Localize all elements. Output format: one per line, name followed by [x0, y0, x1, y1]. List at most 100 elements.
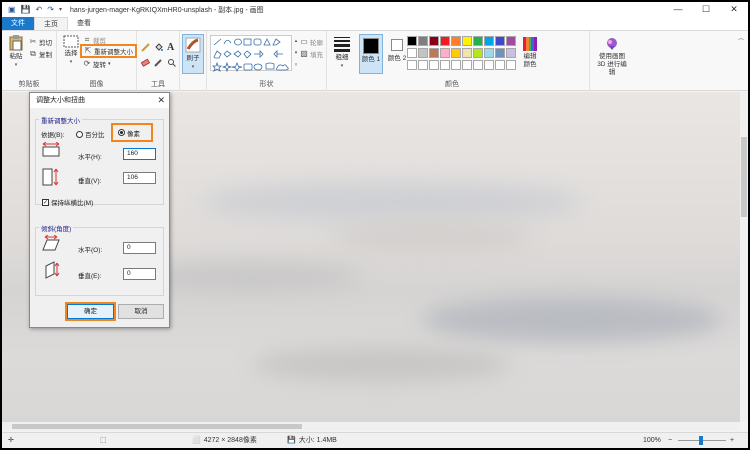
palette-swatch[interactable]: [462, 36, 472, 46]
palette-swatch[interactable]: [506, 36, 516, 46]
resize-skew-dialog: 调整大小和扭曲 ✕ 重新调整大小 依据(B): 百分比 像素 水平(H): 16…: [29, 92, 170, 328]
palette-swatch[interactable]: [429, 48, 439, 58]
fill-icon: ▨: [300, 49, 308, 58]
magnifier-icon[interactable]: [167, 58, 176, 67]
palette-swatch[interactable]: [473, 60, 483, 70]
outline-icon: ▭: [300, 37, 308, 46]
palette-swatch[interactable]: [484, 48, 494, 58]
minimize-button[interactable]: —: [664, 2, 692, 17]
size-button[interactable]: 粗细 ▾: [330, 36, 354, 70]
vertical-scroll-thumb[interactable]: [741, 137, 747, 217]
selection-size-icon: ⬚: [100, 437, 107, 444]
redo-icon[interactable]: ↷: [47, 5, 54, 14]
customize-quick-access-icon[interactable]: ▾: [59, 6, 62, 13]
palette-swatch[interactable]: [506, 48, 516, 58]
undo-icon[interactable]: ↶: [36, 5, 43, 14]
color2-button[interactable]: 颜色 2: [385, 37, 409, 63]
resize-button[interactable]: ⇱ 重新调整大小: [80, 44, 137, 58]
rotate-label: 旋转: [93, 62, 106, 69]
palette-swatch[interactable]: [462, 60, 472, 70]
close-button[interactable]: ✕: [720, 2, 748, 17]
shapes-group-label: 形状: [259, 81, 274, 88]
eraser-icon[interactable]: [141, 58, 150, 67]
palette-swatch[interactable]: [484, 36, 494, 46]
palette-swatch[interactable]: [418, 60, 428, 70]
palette-swatch[interactable]: [495, 48, 505, 58]
palette-swatch[interactable]: [407, 60, 417, 70]
canvas-texture: [142, 262, 362, 292]
maximize-button[interactable]: ☐: [692, 2, 720, 17]
palette-swatch[interactable]: [418, 48, 428, 58]
palette-swatch[interactable]: [473, 48, 483, 58]
palette-swatch[interactable]: [440, 48, 450, 58]
keep-ratio-checkbox[interactable]: ✓ 保持纵横比(M): [42, 197, 93, 207]
paint-app-icon: ▣: [8, 5, 16, 14]
skew-vertical-label: 垂直(E):: [78, 273, 102, 280]
palette-swatch[interactable]: [473, 36, 483, 46]
copy-button[interactable]: ⧉ 复制: [29, 49, 52, 60]
rotate-button[interactable]: ⟳ 旋转 ▾: [83, 59, 111, 70]
edit-colors-button[interactable]: 编辑颜色: [517, 37, 543, 69]
status-bar: ✛ ⬚ ⬜ 4272 × 2848像素 💾 大小: 1.4MB 100% − +: [2, 432, 748, 448]
horizontal-size-input[interactable]: 160: [123, 148, 156, 160]
paint3d-button[interactable]: 使用画图 3D 进行编辑: [592, 37, 632, 77]
color1-button[interactable]: 颜色 1: [359, 34, 383, 74]
palette-swatch[interactable]: [451, 60, 461, 70]
skew-vertical-input[interactable]: 0: [123, 268, 156, 280]
crop-button[interactable]: ⌗ 裁剪: [83, 35, 106, 46]
cut-button[interactable]: ✂ 剪切: [29, 37, 52, 48]
color-picker-icon[interactable]: [154, 58, 163, 67]
skew-horizontal-input[interactable]: 0: [123, 242, 156, 254]
tab-view[interactable]: 查看: [68, 17, 100, 30]
shapes-gallery[interactable]: [210, 35, 292, 73]
select-button[interactable]: 选择 ▾: [60, 35, 82, 66]
percent-radio[interactable]: 百分比: [76, 129, 105, 139]
fill-bucket-icon[interactable]: [154, 43, 163, 52]
horizontal-scrollbar[interactable]: [2, 422, 740, 431]
zoom-in-button[interactable]: +: [730, 433, 734, 448]
palette-swatch[interactable]: [407, 36, 417, 46]
zoom-out-button[interactable]: −: [668, 433, 672, 448]
brushes-button[interactable]: 刷子 ▾: [182, 34, 204, 74]
clipboard-group-label: 剪贴板: [18, 81, 40, 88]
vertical-scrollbar[interactable]: [740, 92, 748, 422]
palette-swatch[interactable]: [407, 48, 417, 58]
tab-file[interactable]: 文件: [2, 17, 34, 30]
dialog-close-button[interactable]: ✕: [157, 93, 165, 108]
palette-swatch[interactable]: [506, 60, 516, 70]
palette-swatch[interactable]: [451, 36, 461, 46]
zoom-slider-thumb[interactable]: [699, 436, 703, 445]
ok-button[interactable]: 确定: [65, 302, 116, 321]
palette-swatch[interactable]: [484, 60, 494, 70]
palette-swatch[interactable]: [440, 60, 450, 70]
brushes-group: 刷子 ▾: [180, 31, 207, 91]
tab-home[interactable]: 主页: [34, 17, 68, 30]
palette-swatch[interactable]: [429, 60, 439, 70]
by-label: 依据(B):: [41, 132, 65, 139]
pencil-icon[interactable]: [141, 43, 150, 52]
palette-swatch[interactable]: [495, 60, 505, 70]
shapes-scroll[interactable]: ▴ ▾ ▿: [293, 35, 299, 71]
palette-swatch[interactable]: [418, 36, 428, 46]
outline-button[interactable]: ▭ 轮廓: [300, 37, 323, 48]
palette-swatch[interactable]: [429, 36, 439, 46]
brushes-label: 刷子: [186, 55, 200, 62]
palette-swatch[interactable]: [451, 48, 461, 58]
fill-button[interactable]: ▨ 填充: [300, 49, 323, 60]
select-label: 选择: [64, 50, 78, 57]
palette-swatch[interactable]: [495, 36, 505, 46]
pixels-radio[interactable]: 像素: [111, 123, 153, 142]
checkmark-icon: ✓: [42, 198, 49, 206]
paste-button[interactable]: 粘贴 ▾: [5, 35, 27, 69]
save-icon[interactable]: 💾: [21, 5, 31, 14]
vertical-resize-icon: [42, 168, 59, 186]
palette-swatch[interactable]: [440, 36, 450, 46]
text-tool-icon[interactable]: A: [167, 42, 174, 53]
collapse-ribbon-icon[interactable]: ︿: [738, 33, 744, 42]
horizontal-scroll-thumb[interactable]: [12, 424, 302, 429]
canvas-texture: [202, 182, 582, 222]
percent-label: 百分比: [85, 132, 105, 139]
palette-swatch[interactable]: [462, 48, 472, 58]
cancel-button[interactable]: 取消: [118, 304, 164, 319]
vertical-size-input[interactable]: 106: [123, 172, 156, 184]
